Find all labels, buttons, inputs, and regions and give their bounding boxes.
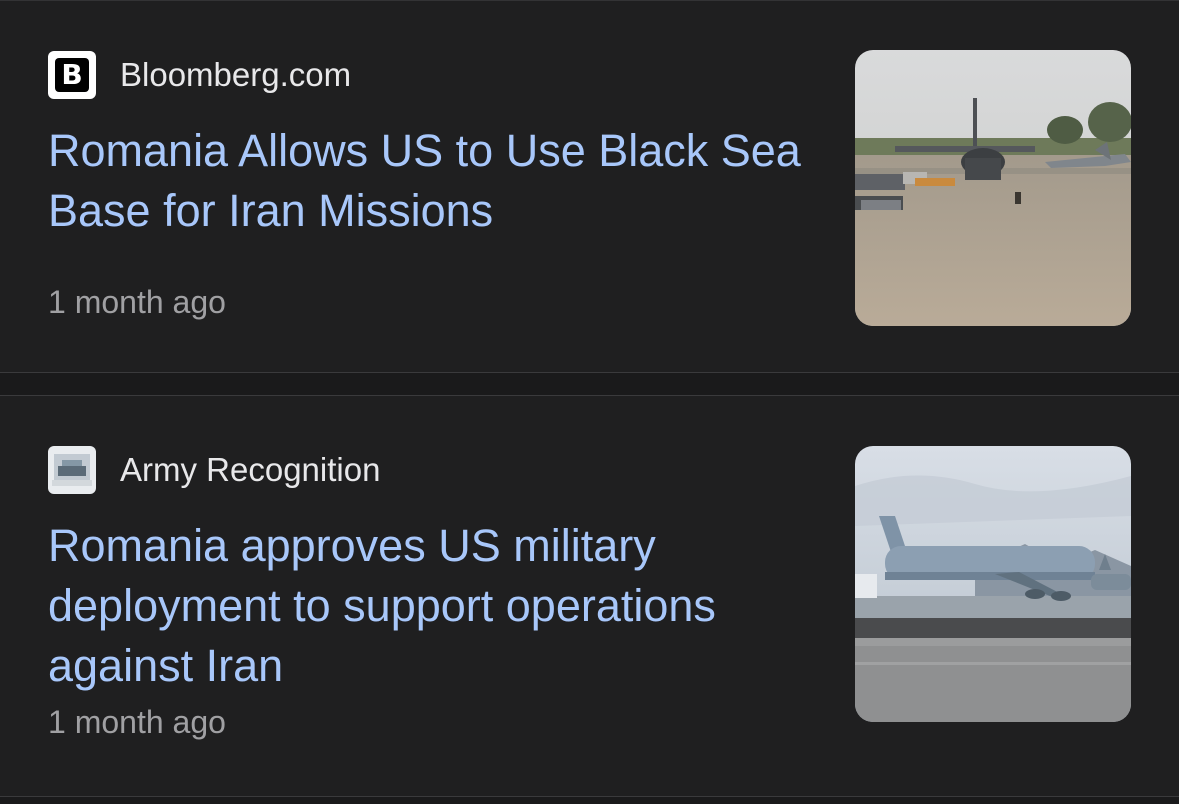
headline-link[interactable]: Romania approves US military deployment … — [48, 516, 808, 696]
tanker-aircraft-photo — [855, 446, 1131, 722]
article-thumbnail[interactable] — [855, 50, 1131, 326]
airbase-aircraft-photo — [855, 50, 1131, 326]
army-recognition-icon — [48, 446, 96, 494]
news-card[interactable]: Army Recognition Romania approves US mil… — [0, 396, 1179, 796]
source-row: B Bloomberg.com — [48, 51, 351, 99]
source-name: Army Recognition — [120, 451, 381, 488]
headline-link[interactable]: Romania Allows US to Use Black Sea Base … — [48, 121, 808, 241]
news-card[interactable]: B Bloomberg.com Romania Allows US to Use… — [0, 3, 1179, 372]
news-feed: B Bloomberg.com Romania Allows US to Use… — [0, 0, 1179, 804]
card-divider — [0, 372, 1179, 396]
bottom-divider — [0, 796, 1179, 804]
timestamp: 1 month ago — [48, 704, 226, 740]
bloomberg-b-icon: B — [48, 51, 96, 99]
timestamp: 1 month ago — [48, 284, 226, 320]
article-thumbnail[interactable] — [855, 446, 1131, 722]
source-row: Army Recognition — [48, 446, 380, 494]
source-name: Bloomberg.com — [120, 56, 352, 93]
